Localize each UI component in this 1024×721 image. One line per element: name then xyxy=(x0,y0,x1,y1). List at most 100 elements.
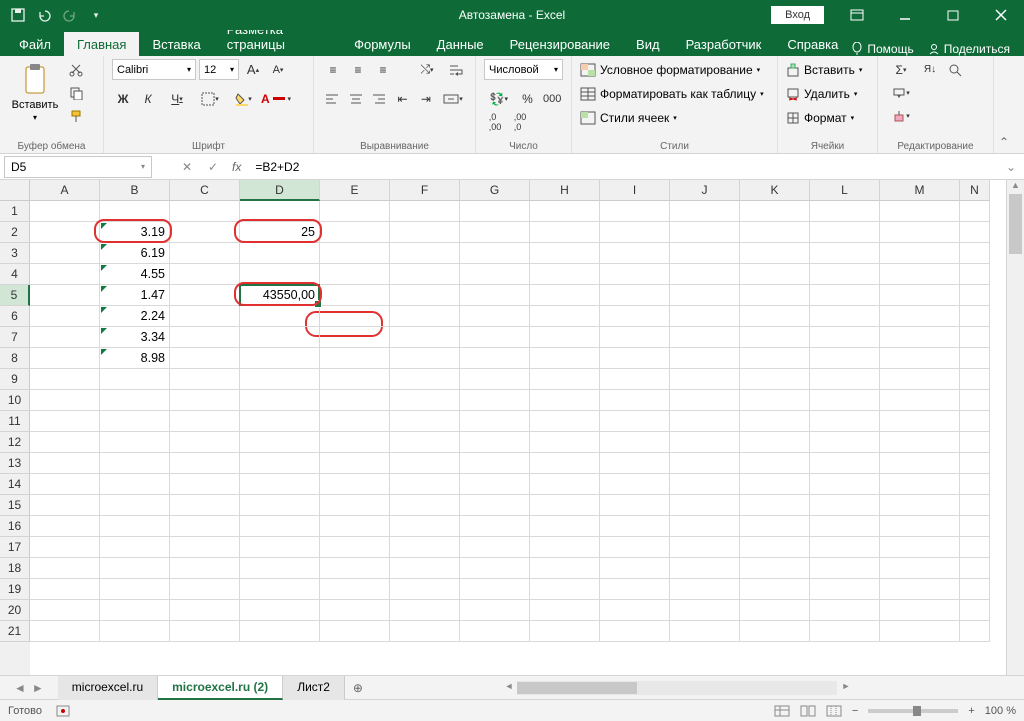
sheet-tab-1[interactable]: microexcel.ru (2) xyxy=(158,676,283,700)
row-header-15[interactable]: 15 xyxy=(0,495,30,516)
cell-K16[interactable] xyxy=(740,516,810,537)
sort-filter-icon[interactable]: Я↓ xyxy=(919,59,941,80)
increase-indent-icon[interactable]: ⇥ xyxy=(416,88,436,109)
cell-E9[interactable] xyxy=(320,369,390,390)
cell-I18[interactable] xyxy=(600,558,670,579)
cell-D8[interactable] xyxy=(240,348,320,369)
cell-A11[interactable] xyxy=(30,411,100,432)
cell-N11[interactable] xyxy=(960,411,990,432)
close-icon[interactable] xyxy=(978,0,1024,30)
cell-C17[interactable] xyxy=(170,537,240,558)
cell-H3[interactable] xyxy=(530,243,600,264)
cell-A3[interactable] xyxy=(30,243,100,264)
cell-A15[interactable] xyxy=(30,495,100,516)
row-header-3[interactable]: 3 xyxy=(0,243,30,264)
col-header-K[interactable]: K xyxy=(740,180,810,201)
paste-button[interactable]: Вставить▾ xyxy=(8,63,62,122)
cell-G5[interactable] xyxy=(460,285,530,306)
cell-J15[interactable] xyxy=(670,495,740,516)
row-header-2[interactable]: 2 xyxy=(0,222,30,243)
cell-I13[interactable] xyxy=(600,453,670,474)
cell-I20[interactable] xyxy=(600,600,670,621)
cell-H7[interactable] xyxy=(530,327,600,348)
cell-H13[interactable] xyxy=(530,453,600,474)
col-header-B[interactable]: B xyxy=(100,180,170,201)
row-header-5[interactable]: 5 xyxy=(0,285,30,306)
cell-B15[interactable] xyxy=(100,495,170,516)
cell-E8[interactable] xyxy=(320,348,390,369)
cell-I11[interactable] xyxy=(600,411,670,432)
row-header-4[interactable]: 4 xyxy=(0,264,30,285)
fill-icon[interactable]: ▾ xyxy=(886,82,916,103)
percent-icon[interactable]: % xyxy=(517,88,539,109)
cell-H10[interactable] xyxy=(530,390,600,411)
row-header-14[interactable]: 14 xyxy=(0,474,30,495)
cell-I15[interactable] xyxy=(600,495,670,516)
row-header-19[interactable]: 19 xyxy=(0,579,30,600)
row-header-6[interactable]: 6 xyxy=(0,306,30,327)
cell-N16[interactable] xyxy=(960,516,990,537)
cell-G2[interactable] xyxy=(460,222,530,243)
cell-H17[interactable] xyxy=(530,537,600,558)
cell-F5[interactable] xyxy=(390,285,460,306)
cell-I4[interactable] xyxy=(600,264,670,285)
cell-M5[interactable] xyxy=(880,285,960,306)
cell-K12[interactable] xyxy=(740,432,810,453)
cell-I12[interactable] xyxy=(600,432,670,453)
cell-C5[interactable] xyxy=(170,285,240,306)
bold-button[interactable]: Ж xyxy=(112,88,134,109)
col-header-C[interactable]: C xyxy=(170,180,240,201)
cell-K7[interactable] xyxy=(740,327,810,348)
cell-N17[interactable] xyxy=(960,537,990,558)
cell-E20[interactable] xyxy=(320,600,390,621)
cell-K13[interactable] xyxy=(740,453,810,474)
cell-K3[interactable] xyxy=(740,243,810,264)
cell-G13[interactable] xyxy=(460,453,530,474)
cell-M4[interactable] xyxy=(880,264,960,285)
cell-D19[interactable] xyxy=(240,579,320,600)
sheet-tab-0[interactable]: microexcel.ru xyxy=(58,676,158,700)
cell-E4[interactable] xyxy=(320,264,390,285)
login-button[interactable]: Вход xyxy=(771,6,824,24)
cell-L7[interactable] xyxy=(810,327,880,348)
cell-B19[interactable] xyxy=(100,579,170,600)
cell-E12[interactable] xyxy=(320,432,390,453)
clear-icon[interactable]: ▾ xyxy=(886,105,916,126)
font-name-select[interactable]: Calibri▾ xyxy=(112,59,196,80)
format-painter-icon[interactable] xyxy=(65,105,87,126)
col-header-E[interactable]: E xyxy=(320,180,390,201)
cell-J10[interactable] xyxy=(670,390,740,411)
tab-Вид[interactable]: Вид xyxy=(623,32,673,56)
cell-B7[interactable]: 3.34 xyxy=(100,327,170,348)
cell-J9[interactable] xyxy=(670,369,740,390)
cell-K19[interactable] xyxy=(740,579,810,600)
cell-I10[interactable] xyxy=(600,390,670,411)
cell-F1[interactable] xyxy=(390,201,460,222)
cell-N12[interactable] xyxy=(960,432,990,453)
cell-N15[interactable] xyxy=(960,495,990,516)
col-header-I[interactable]: I xyxy=(600,180,670,201)
cell-H5[interactable] xyxy=(530,285,600,306)
cell-N6[interactable] xyxy=(960,306,990,327)
borders-icon[interactable]: ▾ xyxy=(195,88,225,109)
cell-G15[interactable] xyxy=(460,495,530,516)
zoom-out-icon[interactable]: − xyxy=(852,705,858,717)
decrease-decimal-icon[interactable]: ,00,0 xyxy=(509,111,531,132)
cell-K18[interactable] xyxy=(740,558,810,579)
cell-D20[interactable] xyxy=(240,600,320,621)
cell-M11[interactable] xyxy=(880,411,960,432)
cell-M3[interactable] xyxy=(880,243,960,264)
ribbon-display-icon[interactable] xyxy=(834,0,880,30)
cell-A12[interactable] xyxy=(30,432,100,453)
cell-A20[interactable] xyxy=(30,600,100,621)
cell-K10[interactable] xyxy=(740,390,810,411)
cell-B1[interactable] xyxy=(100,201,170,222)
cell-M2[interactable] xyxy=(880,222,960,243)
cell-E2[interactable] xyxy=(320,222,390,243)
cell-I1[interactable] xyxy=(600,201,670,222)
row-header-18[interactable]: 18 xyxy=(0,558,30,579)
cell-H18[interactable] xyxy=(530,558,600,579)
macro-record-icon[interactable] xyxy=(56,705,70,717)
cell-B20[interactable] xyxy=(100,600,170,621)
cell-D16[interactable] xyxy=(240,516,320,537)
